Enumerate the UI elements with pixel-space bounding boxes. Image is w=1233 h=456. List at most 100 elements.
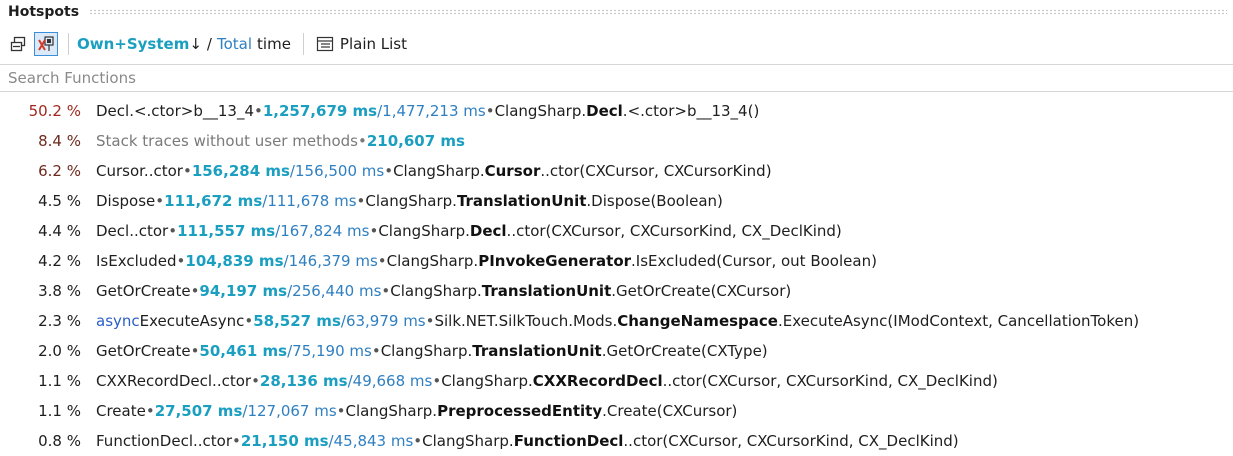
percent: 2.3 % <box>38 312 81 330</box>
search-input[interactable] <box>0 65 1233 91</box>
hotspot-row[interactable]: 1.1 % CXXRecordDecl..ctor • 28,136 ms / 4… <box>0 366 1233 396</box>
namespace: ClangSharp. <box>378 222 470 240</box>
switch-view-button[interactable] <box>6 32 30 56</box>
namespace: ClangSharp. <box>494 102 587 120</box>
total-time: 49,668 ms <box>352 372 433 390</box>
total-time: 75,190 ms <box>292 342 372 360</box>
class-name: ChangeNamespace <box>617 312 778 330</box>
class-name: Decl <box>469 222 507 240</box>
hotspot-row[interactable]: 1.1 % Create • 27,507 ms / 127,067 ms • C… <box>0 396 1233 426</box>
total-time: 256,440 ms <box>292 282 382 300</box>
class-name: FunctionDecl <box>513 432 624 450</box>
class-name: CXXRecordDecl <box>532 372 663 390</box>
async-keyword: async <box>96 312 140 330</box>
hotspot-row[interactable]: 2.3 % async ExecuteAsync • 58,527 ms / 63… <box>0 306 1233 336</box>
percent: 4.5 % <box>38 192 81 210</box>
class-name: TranslationUnit <box>456 192 587 210</box>
method-name: Decl..ctor <box>96 222 169 240</box>
toolbar-separator <box>68 33 69 55</box>
switch-view-icon <box>10 36 26 52</box>
separator-text: • <box>145 402 155 420</box>
class-name: Decl <box>586 102 623 120</box>
signature: .ExecuteAsync(IModContext, CancellationT… <box>777 312 1140 330</box>
percent: 8.4 % <box>38 132 81 150</box>
signature: ..ctor(CXCursor, CXCursorKind) <box>540 162 772 180</box>
percent: 3.8 % <box>38 282 81 300</box>
class-name: PreprocessedEntity <box>437 402 603 420</box>
hotspot-row[interactable]: 4.2 % IsExcluded • 104,839 ms / 146,379 m… <box>0 246 1233 276</box>
separator-text: • <box>190 342 200 360</box>
plain-list-button[interactable]: Plain List <box>316 35 407 53</box>
hotspot-row[interactable]: 8.4 % Stack traces without user methods •… <box>0 126 1233 156</box>
total-time: 127,067 ms <box>247 402 337 420</box>
signature: ..ctor(CXCursor, CXCursorKind, CX_DeclKi… <box>506 222 842 240</box>
percent: 1.1 % <box>38 372 81 390</box>
separator-text: • <box>232 432 241 450</box>
hotspot-row[interactable]: 0.8 % FunctionDecl..ctor • 21,150 ms / 45… <box>0 426 1233 456</box>
toolbar-separator <box>302 33 304 55</box>
namespace: ClangSharp. <box>386 252 479 270</box>
hotspot-row[interactable]: 4.5 % Dispose • 111,672 ms / 111,678 ms •… <box>0 186 1233 216</box>
own-time: 27,507 ms <box>154 402 243 420</box>
separator-text: • <box>371 342 381 360</box>
percent: 50.2 % <box>28 102 81 120</box>
separator-text: • <box>384 162 394 180</box>
percent: 2.0 % <box>38 342 81 360</box>
signature: .IsExcluded(Cursor, out Boolean) <box>631 252 877 270</box>
separator-text: • <box>377 252 387 270</box>
signature: .Create(CXCursor) <box>602 402 738 420</box>
namespace: ClangSharp. <box>393 162 485 180</box>
method-name: ExecuteAsync <box>139 312 245 330</box>
separator-text: • <box>155 192 165 210</box>
hotspot-row[interactable]: 3.8 % GetOrCreate • 94,197 ms / 256,440 m… <box>0 276 1233 306</box>
total-time-toggle[interactable]: Total <box>217 35 252 53</box>
own-time: 50,461 ms <box>199 342 288 360</box>
class-name: PInvokeGenerator <box>478 252 632 270</box>
own-time: 1,257,679 ms <box>262 102 378 120</box>
total-time: 111,678 ms <box>267 192 357 210</box>
panel-header: Hotspots <box>0 0 1233 24</box>
separator-text: • <box>369 222 379 240</box>
separator-text: • <box>432 372 442 390</box>
separator-text: • <box>244 312 254 330</box>
total-time: 146,379 ms <box>288 252 378 270</box>
hotspot-row[interactable]: 50.2 % Decl.<.ctor>b__13_4 • 1,257,679 ms… <box>0 96 1233 126</box>
percent: 6.2 % <box>38 162 81 180</box>
separator-text: • <box>182 162 192 180</box>
namespace: ClangSharp. <box>345 402 438 420</box>
method-name: GetOrCreate <box>96 282 191 300</box>
own-time: 28,136 ms <box>259 372 348 390</box>
hotspot-row[interactable]: 4.4 % Decl..ctor • 111,557 ms / 167,824 m… <box>0 216 1233 246</box>
own-time: 58,527 ms <box>253 312 341 330</box>
separator-text: • <box>251 372 260 390</box>
plain-list-icon <box>316 36 334 52</box>
hotspot-list: 50.2 % Decl.<.ctor>b__13_4 • 1,257,679 ms… <box>0 92 1233 456</box>
total-time: 167,824 ms <box>280 222 370 240</box>
method-name: CXXRecordDecl..ctor <box>96 372 252 390</box>
own-time: 111,672 ms <box>164 192 263 210</box>
separator-text: • <box>176 252 186 270</box>
percent: 4.2 % <box>38 252 81 270</box>
own-time: 104,839 ms <box>185 252 284 270</box>
class-name: TranslationUnit <box>481 282 612 300</box>
separator-text: • <box>357 132 367 150</box>
signature: .Dispose(Boolean) <box>586 192 723 210</box>
hotspot-row[interactable]: 6.2 % Cursor..ctor • 156,284 ms / 156,500… <box>0 156 1233 186</box>
method-name: Dispose <box>96 192 156 210</box>
search-bar <box>0 64 1233 92</box>
namespace: ClangSharp. <box>380 342 473 360</box>
separator-text: • <box>485 102 495 120</box>
own-system-toggle[interactable]: Own+System <box>77 35 189 53</box>
own-time: 210,607 ms <box>366 132 465 150</box>
hotspot-row[interactable]: 2.0 % GetOrCreate • 50,461 ms / 75,190 ms… <box>0 336 1233 366</box>
total-time: 156,500 ms <box>294 162 385 180</box>
signature: .<.ctor>b__13_4() <box>622 102 760 120</box>
signature: .GetOrCreate(CXCursor) <box>611 282 792 300</box>
panel-drag-grip[interactable] <box>89 9 1227 15</box>
class-name: TranslationUnit <box>472 342 602 360</box>
separator-text: • <box>254 102 263 120</box>
filter-system-button[interactable] <box>34 32 58 56</box>
namespace: ClangSharp. <box>390 282 482 300</box>
sort-arrow-icon[interactable]: ↓ <box>189 35 202 53</box>
separator-text: • <box>190 282 200 300</box>
